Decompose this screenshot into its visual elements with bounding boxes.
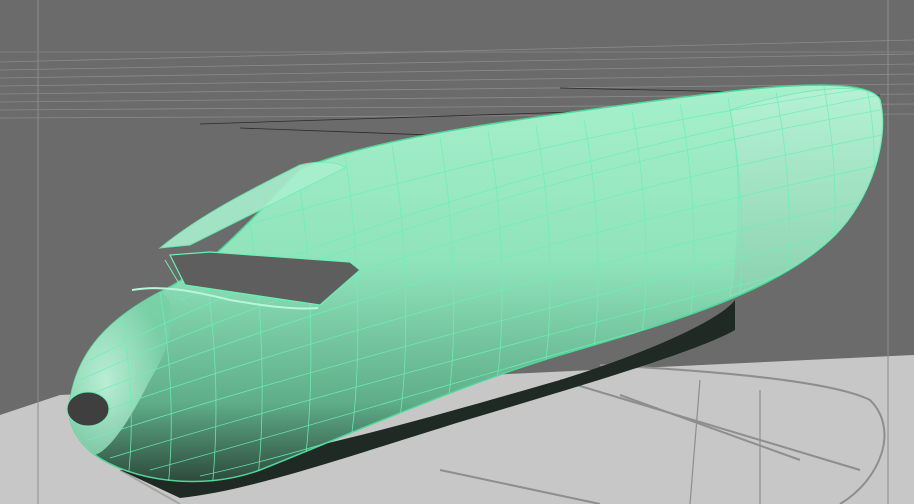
nose-tip-cap <box>66 391 110 427</box>
3d-viewport[interactable] <box>0 0 914 504</box>
viewport-canvas[interactable] <box>0 0 914 504</box>
